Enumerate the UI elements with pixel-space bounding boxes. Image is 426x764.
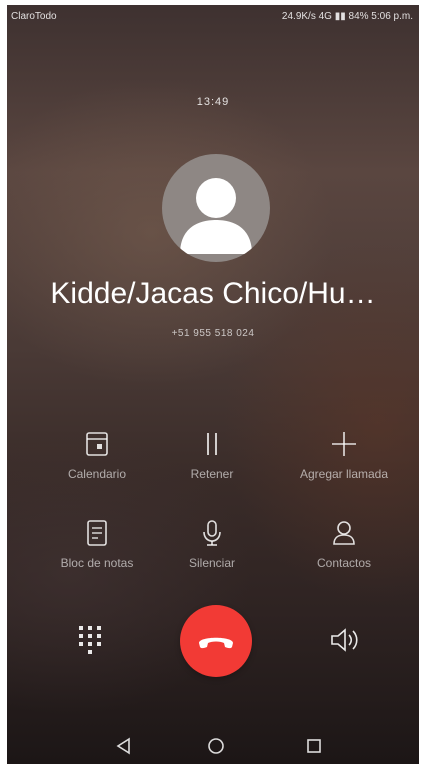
dialpad-icon[interactable]	[77, 624, 103, 658]
calendar-icon	[86, 432, 108, 456]
call-screen: ClaroTodo 24.9K/s 4G ▮▮ 84% 5:06 p.m. 13…	[7, 5, 419, 764]
contacts-icon	[333, 521, 355, 545]
notes-icon	[87, 520, 107, 546]
calendar-button[interactable]: Calendario	[32, 429, 162, 481]
status-bar: ClaroTodo 24.9K/s 4G ▮▮ 84% 5:06 p.m.	[7, 5, 419, 29]
recent-apps-icon[interactable]	[305, 737, 323, 755]
phone-number: +51 955 518 024	[171, 328, 255, 339]
mute-label: Silenciar	[188, 556, 236, 570]
person-icon	[180, 178, 252, 254]
notes-button[interactable]: Bloc de notas	[32, 518, 162, 570]
contact-avatar	[162, 154, 270, 262]
add-call-label: Agregar llamada	[299, 467, 389, 481]
calendar-label: Calendario	[67, 467, 127, 481]
mute-button[interactable]: Silenciar	[147, 518, 277, 570]
add-call-button[interactable]: Agregar llamada	[279, 429, 409, 481]
home-icon[interactable]	[207, 737, 225, 755]
end-call-button[interactable]	[180, 605, 252, 677]
carrier-name: ClaroTodo	[11, 11, 57, 22]
contact-name: Kidde/Jacas Chico/Hu…	[50, 277, 376, 310]
end-call-icon	[199, 637, 233, 649]
contacts-label: Contactos	[316, 556, 372, 570]
back-icon[interactable]	[115, 737, 133, 755]
microphone-icon	[203, 520, 221, 546]
call-duration: 13:49	[196, 96, 230, 108]
pause-icon	[207, 433, 217, 455]
speaker-icon[interactable]	[329, 626, 361, 654]
hold-button[interactable]: Retener	[147, 429, 277, 481]
contacts-button[interactable]: Contactos	[279, 518, 409, 570]
plus-icon	[332, 432, 356, 456]
hold-label: Retener	[190, 467, 234, 481]
status-indicators: 24.9K/s 4G ▮▮ 84% 5:06 p.m.	[281, 11, 413, 22]
notes-label: Bloc de notas	[60, 556, 134, 570]
navigation-bar	[7, 729, 419, 764]
call-controls	[7, 605, 419, 677]
